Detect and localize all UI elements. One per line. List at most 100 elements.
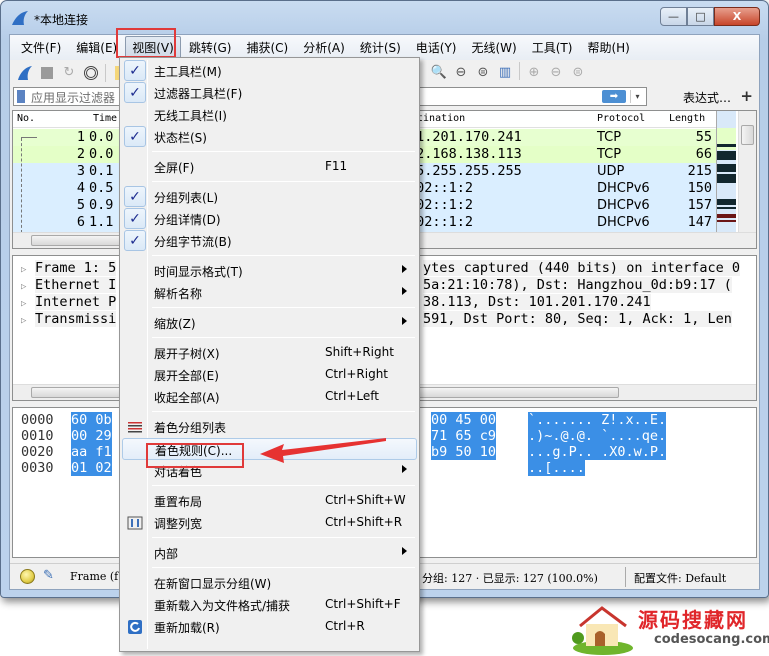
hex-bytes[interactable]: 00 45 00 [431,412,497,428]
comment-edit-icon[interactable]: ✎ [43,568,54,583]
menu-file[interactable]: 文件(F) [14,36,68,59]
resize-columns-icon[interactable]: ▥ [494,62,516,82]
zoom-in-icon[interactable]: 🔍 [428,62,450,82]
packet-protocol: DHCPv6 [597,198,650,213]
view-menu-item[interactable]: 重新载入为文件格式/捕获 Ctrl+Shift+F [122,594,417,616]
view-menu-item[interactable]: ✓ 分组列表(L) [122,186,417,208]
detail-tree-row[interactable]: ▷ Ethernet I [21,277,117,294]
ascii-bytes[interactable]: .)~.@.@. `....qe. [528,428,667,444]
detail-text: 591, Dst Port: 80, Seq: 1, Ack: 1, Len [423,311,732,327]
detail-tree-row[interactable]: ▷ Frame 1: 5 [21,260,117,277]
hex-bytes[interactable]: 60 0b [71,412,112,428]
view-menu-item[interactable]: 调整列宽 Ctrl+Shift+R [122,512,417,534]
expand-arrow-icon[interactable]: ▷ [21,313,35,330]
resize-columns-icon [126,514,144,532]
byte-offset: 0000 [21,412,54,428]
menu-separator [152,537,415,538]
view-menu-item[interactable]: ✓ 过滤器工具栏(F) [122,82,417,104]
packet-length: 55 [695,129,712,145]
view-menu-item[interactable]: 缩放(Z) [122,312,417,334]
checkmark-icon: ✓ [124,60,146,81]
view-menu-item[interactable]: ✓ 分组字节流(B) [122,230,417,252]
normal-size-disabled-icon: ⊜ [572,64,584,80]
view-menu-item[interactable]: 无线工具栏(I) [122,104,417,126]
menu-item-shortcut: Ctrl+Right [325,367,389,381]
bookmark-icon[interactable] [17,90,25,103]
menu-separator [152,255,415,256]
view-menu-item[interactable]: 时间显示格式(T) [122,260,417,282]
expression-button[interactable]: 表达式… [683,89,731,106]
watermark-name: 源码搜藏网 [638,608,748,632]
detail-text-right: 591, Dst Port: 80, Seq: 1, Ack: 1, Len [423,311,732,328]
menu-capture[interactable]: 捕获(C) [239,36,295,59]
menu-separator [152,337,415,338]
ascii-bytes[interactable]: ...g.P.. .X0.w.P. [528,444,667,460]
normal-size-icon[interactable]: ⊜ [472,62,494,82]
menu-item-label: 无线工具栏(I) [154,109,227,123]
detail-tree-row[interactable]: ▷ Transmissi [21,311,117,330]
menu-go[interactable]: 跳转(G) [182,36,239,59]
view-menu-item[interactable]: 全屏(F) F11 [122,156,417,178]
view-menu-item[interactable]: 收起全部(A) Ctrl+Left [122,386,417,408]
zoom-out-icon[interactable]: ⊖ [450,62,472,82]
checkmark-icon: ✓ [124,208,146,229]
menu-analyze[interactable]: 分析(A) [296,36,352,59]
view-menu-item[interactable]: ✓ 主工具栏(M) [122,60,417,82]
packet-time: 0.0 [89,129,114,145]
menu-statistics[interactable]: 统计(S) [353,36,408,59]
menu-item-label: 分组字节流(B) [154,235,232,249]
packet-list-vscroll[interactable] [738,111,756,232]
apply-filter-button[interactable]: ➡ [602,90,626,103]
packet-destination: 92.168.138.113 [408,146,522,162]
ascii-bytes[interactable]: `....... Z!.x..E. [528,412,667,428]
menu-item-label: 重新加载(R) [154,621,220,635]
hex-bytes[interactable]: b9 50 10 [431,444,497,460]
view-menu-item[interactable]: 展开子树(X) Shift+Right [122,342,417,364]
colorize-list-icon [126,418,144,436]
filter-placeholder: 应用显示过滤器 [31,91,116,105]
capture-options-icon[interactable] [80,63,102,83]
start-capture-icon[interactable] [14,63,36,83]
column-header-length[interactable]: Length [669,113,705,124]
filter-history-dropdown[interactable]: ▾ [630,90,644,103]
hex-bytes[interactable]: 01 02 [71,460,112,476]
hex-bytes[interactable]: 71 65 c9 [431,428,497,444]
menu-tools[interactable]: 工具(T) [525,36,580,59]
column-header-time[interactable]: Time [93,113,117,124]
submenu-arrow-icon [402,287,407,295]
status-separator [625,567,626,587]
status-profile-text[interactable]: 配置文件: Default [634,570,726,586]
menu-telephony[interactable]: 电话(Y) [409,36,464,59]
detail-tree-row[interactable]: ▷ Internet P [21,294,117,311]
view-menu-item[interactable]: 着色分组列表 [122,416,417,438]
minimize-button[interactable]: — [660,7,687,26]
packet-minimap[interactable] [716,111,736,232]
hex-bytes[interactable]: aa f1 [71,444,112,460]
column-header-no[interactable]: No. [17,113,35,124]
expert-info-led-icon[interactable] [20,569,35,584]
ascii-bytes[interactable]: ..[.... [528,460,585,476]
view-menu-item[interactable]: ✓ 分组详情(D) [122,208,417,230]
add-filter-button[interactable]: + [740,87,753,105]
close-button[interactable]: X [714,7,760,26]
view-menu-item[interactable]: 解析名称 [122,282,417,304]
view-menu-item[interactable]: 重置布局 Ctrl+Shift+W [122,490,417,512]
view-menu-item[interactable]: ✓ 状态栏(S) [122,126,417,148]
maximize-button[interactable]: □ [687,7,714,26]
detail-text-right: ytes captured (440 bits) on interface 0 [423,260,740,277]
column-header-protocol[interactable]: Protocol [597,113,645,124]
hex-bytes[interactable]: 00 29 [71,428,112,444]
view-menu-item[interactable]: 在新窗口显示分组(W) [122,572,417,594]
menu-wireless[interactable]: 无线(W) [465,36,524,59]
view-menu-item[interactable]: 展开全部(E) Ctrl+Right [122,364,417,386]
scroll-thumb[interactable] [741,125,754,145]
menu-item-label: 分组列表(L) [154,191,219,205]
packet-no: 1 [76,129,85,145]
view-menu-item[interactable]: 内部 [122,542,417,564]
detail-text-left: Transmissi [35,311,117,327]
menu-help[interactable]: 帮助(H) [580,36,636,59]
view-menu-item[interactable]: 重新加载(R) Ctrl+R [122,616,417,638]
zoom-out-disabled-icon: ⊖ [550,64,562,80]
restart-capture-icon[interactable]: ↻ [58,63,80,83]
stop-capture-icon[interactable] [36,63,58,83]
